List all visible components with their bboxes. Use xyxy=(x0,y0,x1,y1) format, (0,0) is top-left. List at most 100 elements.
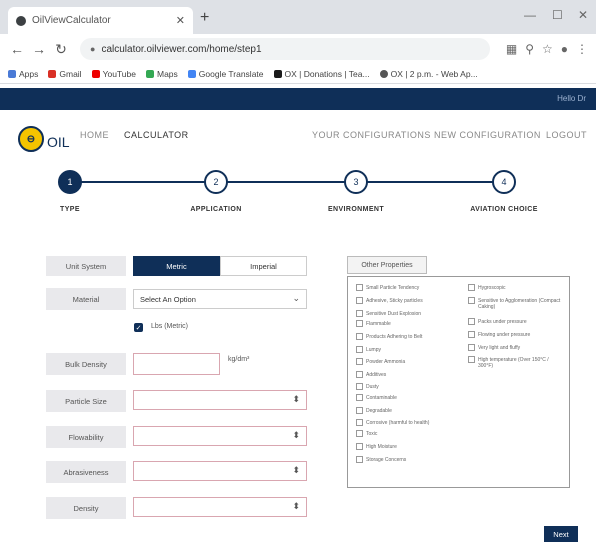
back-icon[interactable]: ← xyxy=(8,41,26,57)
bookmark-gmail[interactable]: Gmail xyxy=(48,69,82,79)
checkbox-icon[interactable] xyxy=(356,297,363,304)
property-checkbox-item[interactable]: Very light and fluffy xyxy=(468,344,564,351)
checkbox-icon[interactable] xyxy=(356,430,363,437)
checkbox-icon[interactable] xyxy=(356,419,363,426)
new-tab-icon[interactable]: + xyxy=(200,10,209,26)
property-checkbox-item[interactable]: Packs under pressure xyxy=(468,318,564,325)
minimize-icon[interactable]: — xyxy=(524,8,536,22)
property-checkbox-item[interactable]: Products Adhering to Belt xyxy=(356,333,454,340)
property-checkbox-item[interactable]: Hygroscopic xyxy=(468,284,564,291)
property-label: Powder Ammonia xyxy=(366,359,406,365)
property-checkbox-item[interactable]: High Moisture xyxy=(356,443,454,450)
nav-home[interactable]: HOME xyxy=(80,130,109,140)
property-checkbox-item[interactable]: Small Particle Tendency xyxy=(356,284,454,291)
checkbox-icon[interactable] xyxy=(356,407,363,414)
bookmark-maps[interactable]: Maps xyxy=(145,69,178,79)
step-3[interactable]: 3 xyxy=(344,170,368,194)
checkbox-icon[interactable] xyxy=(356,346,363,353)
menu-icon[interactable]: ⋮ xyxy=(576,42,588,56)
checkbox-icon[interactable] xyxy=(356,333,363,340)
property-checkbox-item[interactable]: Corrosive (harmful to health) xyxy=(356,419,454,426)
density-select[interactable]: ⬍ xyxy=(133,497,307,517)
property-checkbox-item[interactable]: Additives xyxy=(356,371,454,378)
nav-logout[interactable]: LOGOUT xyxy=(546,130,587,140)
property-checkbox-item[interactable]: Sensitive Dust Explosion xyxy=(356,310,454,317)
checkbox-icon[interactable] xyxy=(468,284,475,291)
profile-icon[interactable]: ● xyxy=(561,42,568,56)
abrasiveness-select[interactable]: ⬍ xyxy=(133,461,307,481)
checkbox-icon[interactable] xyxy=(356,320,363,327)
address-bar[interactable]: ● calculator.oilviewer.com/home/step1 xyxy=(80,38,490,60)
checkbox-icon[interactable] xyxy=(356,371,363,378)
bookmark-youtube[interactable]: YouTube xyxy=(91,69,136,79)
nav-calculator[interactable]: CALCULATOR xyxy=(124,130,189,140)
checkbox-icon[interactable] xyxy=(468,344,475,351)
star-icon[interactable]: ☆ xyxy=(542,42,553,56)
translate-icon[interactable]: ▦ xyxy=(506,42,517,56)
checkbox-icon[interactable] xyxy=(356,443,363,450)
next-button[interactable]: Next xyxy=(544,526,578,542)
property-checkbox-item[interactable]: Degradable xyxy=(356,407,454,414)
close-window-icon[interactable]: ✕ xyxy=(578,8,588,22)
bulk-density-input[interactable] xyxy=(133,353,220,375)
property-checkbox-item[interactable]: Adhesive, Sticky particles xyxy=(356,297,454,304)
other-properties-tab[interactable]: Other Properties xyxy=(347,256,427,274)
property-checkbox-item[interactable]: Flammable xyxy=(356,320,454,327)
checkbox-icon[interactable] xyxy=(468,356,475,363)
property-checkbox-item[interactable]: Flowing under pressure xyxy=(468,331,564,338)
step-2-label: APPLICATION xyxy=(190,206,242,213)
lock-icon: ● xyxy=(90,44,96,54)
forward-icon[interactable]: → xyxy=(30,41,48,57)
checkbox-icon[interactable] xyxy=(356,358,363,365)
flowability-label: Flowability xyxy=(46,426,126,448)
nav-your-configurations[interactable]: YOUR CONFIGURATIONS xyxy=(312,130,431,140)
property-label: Toxic xyxy=(366,431,378,437)
checkbox-icon[interactable] xyxy=(356,394,363,401)
property-label: Storage Concerns xyxy=(366,457,407,463)
stepper-track xyxy=(70,181,504,183)
checkbox-icon[interactable] xyxy=(468,331,475,338)
particle-size-label: Particle Size xyxy=(46,390,126,412)
user-greeting[interactable]: Hello Dr xyxy=(557,94,586,103)
property-checkbox-item[interactable]: Contaminable xyxy=(356,394,454,401)
browser-tab[interactable]: OilViewCalculator ✕ xyxy=(8,7,193,34)
step-4-label: AVIATION CHOICE xyxy=(470,206,538,213)
zoom-icon[interactable]: ⚲ xyxy=(525,42,534,56)
checkbox-icon[interactable] xyxy=(356,310,363,317)
property-checkbox-item[interactable]: Sensitive to Agglomeration (Compact Caki… xyxy=(468,297,564,310)
bookmark-webapp[interactable]: OX | 2 p.m. - Web Ap... xyxy=(379,69,478,79)
maximize-icon[interactable]: ☐ xyxy=(552,8,563,22)
bookmark-apps[interactable]: Apps xyxy=(8,69,38,79)
property-checkbox-item[interactable]: Dusty xyxy=(356,383,454,390)
nav-new-configuration[interactable]: NEW CONFIGURATION xyxy=(434,130,541,140)
step-4[interactable]: 4 xyxy=(492,170,516,194)
checkbox-icon[interactable] xyxy=(468,297,475,304)
checkbox-icon[interactable] xyxy=(468,318,475,325)
flowability-select[interactable]: ⬍ xyxy=(133,426,307,446)
property-checkbox-item[interactable]: Lumpy xyxy=(356,346,454,353)
reload-icon[interactable]: ↻ xyxy=(52,41,70,58)
property-checkbox-item[interactable]: High temperature (Over 150°C / 300°F) xyxy=(468,356,564,369)
browser-tabstrip: OilViewCalculator ✕ + — ☐ ✕ xyxy=(0,0,596,34)
apps-icon xyxy=(8,69,16,78)
property-label: Contaminable xyxy=(366,395,397,401)
checkbox-icon[interactable] xyxy=(356,456,363,463)
step-3-label: ENVIRONMENT xyxy=(327,206,385,213)
bookmark-donations[interactable]: OX | Donations | Tea... xyxy=(273,69,370,79)
unit-imperial-button[interactable]: Imperial xyxy=(220,256,307,276)
tab-close-icon[interactable]: ✕ xyxy=(176,14,185,27)
checkbox-icon[interactable] xyxy=(356,383,363,390)
material-select[interactable]: Select An Option ⌄ xyxy=(133,289,307,309)
property-checkbox-item[interactable]: Storage Concerns xyxy=(356,456,454,463)
particle-size-select[interactable]: ⬍ xyxy=(133,390,307,410)
bookmark-translate[interactable]: Google Translate xyxy=(187,69,264,79)
step-2[interactable]: 2 xyxy=(204,170,228,194)
step-1[interactable]: 1 xyxy=(58,170,82,194)
brand-logo[interactable]: ⊖ OIL xyxy=(18,126,70,152)
unit-metric-button[interactable]: Metric xyxy=(133,256,220,276)
material-value: Select An Option xyxy=(140,294,196,304)
property-checkbox-item[interactable]: Powder Ammonia xyxy=(356,358,454,365)
property-checkbox-item[interactable]: Toxic xyxy=(356,430,454,437)
checkbox-checked-icon[interactable]: ✓ xyxy=(134,323,143,332)
checkbox-icon[interactable] xyxy=(356,284,363,291)
